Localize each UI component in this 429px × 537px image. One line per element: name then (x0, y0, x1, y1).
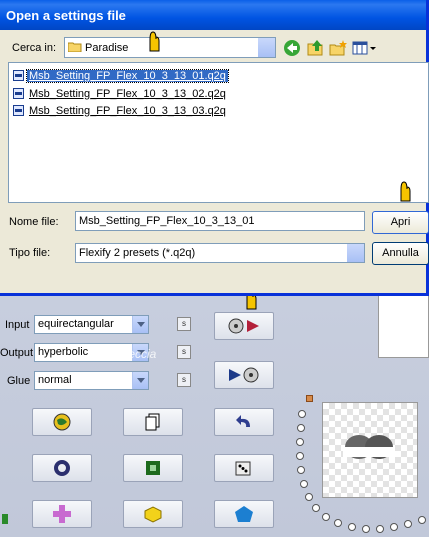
cube-button[interactable] (123, 500, 183, 528)
pentagon-icon (235, 506, 253, 522)
copy-icon (145, 413, 160, 431)
handle-icon[interactable] (306, 395, 313, 402)
output-s-button[interactable]: s (177, 345, 191, 359)
chevron-down-icon[interactable] (132, 316, 148, 333)
dice-button[interactable] (214, 454, 274, 482)
look-in-select[interactable]: Paradise (64, 37, 276, 58)
file-list[interactable]: Msb_Setting_FP_Flex_10_3_13_01.q2q Msb_S… (8, 62, 429, 203)
hand-cursor-icon (400, 181, 411, 202)
input-select[interactable]: equirectangular (34, 315, 149, 334)
rotation-dot[interactable] (322, 513, 330, 521)
rotation-dot[interactable] (312, 504, 320, 512)
chevron-down-icon[interactable] (132, 372, 148, 389)
dialog-title: Open a settings file (0, 0, 426, 30)
folder-icon (67, 42, 82, 53)
input-label: Input (5, 319, 30, 331)
rotation-dot[interactable] (305, 493, 313, 501)
input-select-value: equirectangular (38, 318, 114, 330)
plus-button[interactable] (32, 500, 92, 528)
glue-select-value: normal (38, 374, 72, 386)
rotation-dot[interactable] (296, 438, 304, 446)
cube-icon (144, 506, 162, 523)
rotation-dot[interactable] (300, 480, 308, 488)
chevron-down-icon[interactable] (258, 38, 275, 57)
file-name: Msb_Setting_FP_Flex_10_3_13_01.q2q (26, 68, 229, 83)
undo-icon (236, 415, 250, 427)
rotation-dot[interactable] (376, 525, 384, 533)
rotation-dot[interactable] (297, 424, 305, 432)
file-item[interactable]: Msb_Setting_FP_Flex_10_3_13_02.q2q (13, 86, 228, 101)
rotation-dot[interactable] (298, 410, 306, 418)
file-icon (13, 105, 24, 116)
undo-button[interactable] (214, 408, 274, 436)
filetype-select[interactable]: Flexify 2 presets (*.q2q) (75, 243, 365, 263)
look-in-label: Cerca in: (12, 42, 57, 54)
convert-forward-button[interactable] (214, 312, 274, 340)
brush-icon (0, 506, 10, 524)
file-icon (13, 88, 24, 99)
ring-button[interactable] (32, 454, 92, 482)
file-name: Msb_Setting_FP_Flex_10_3_13_03.q2q (29, 104, 226, 117)
output-select-value: hyperbolic (38, 346, 89, 358)
pentagon-button[interactable] (214, 500, 274, 528)
rotation-dot[interactable] (296, 452, 304, 460)
filename-input[interactable]: Msb_Setting_FP_Flex_10_3_13_01 (75, 211, 365, 231)
glue-s-button[interactable]: s (177, 373, 191, 387)
dice-icon (235, 461, 251, 476)
file-item[interactable]: Msb_Setting_FP_Flex_10_3_13_03.q2q (13, 103, 228, 118)
look-in-value: Paradise (85, 42, 129, 54)
filename-label: Nome file: (9, 216, 59, 228)
square-icon (146, 461, 160, 475)
globe-icon (53, 413, 71, 431)
globe-button[interactable] (32, 408, 92, 436)
rotation-dot[interactable] (297, 466, 305, 474)
open-file-dialog: Open a settings file Cerca in: Paradise … (0, 0, 429, 296)
back-icon[interactable] (283, 39, 301, 57)
rotation-dot[interactable] (404, 520, 412, 528)
preview-image (322, 402, 418, 498)
cancel-button[interactable]: Annulla (372, 242, 429, 265)
glue-select[interactable]: normal (34, 371, 149, 390)
chevron-down-icon[interactable] (347, 244, 364, 262)
copy-button[interactable] (123, 408, 183, 436)
file-item[interactable]: Msb_Setting_FP_Flex_10_3_13_01.q2q (13, 68, 229, 83)
arrow-disc-icon (229, 367, 259, 383)
filetype-value: Flexify 2 presets (*.q2q) (79, 247, 196, 259)
convert-back-button[interactable] (214, 361, 274, 389)
input-s-button[interactable]: s (177, 317, 191, 331)
glue-label: Glue (7, 375, 31, 387)
ring-icon (54, 460, 70, 476)
rotation-dot[interactable] (362, 525, 370, 533)
view-menu-icon[interactable] (352, 39, 378, 57)
watermark-text: Placeccia (105, 347, 157, 361)
rotation-dot[interactable] (390, 523, 398, 531)
rotation-dot[interactable] (418, 516, 426, 524)
output-label: Output (0, 347, 34, 359)
square-button[interactable] (123, 454, 183, 482)
rotation-dot[interactable] (348, 523, 356, 531)
rotation-dot[interactable] (334, 519, 342, 527)
preview-shape-icon (343, 435, 395, 459)
plus-icon (53, 505, 71, 523)
up-folder-icon[interactable] (306, 39, 324, 57)
file-icon (13, 70, 24, 81)
file-name: Msb_Setting_FP_Flex_10_3_13_02.q2q (29, 87, 226, 100)
open-button[interactable]: Apri (372, 211, 429, 234)
new-folder-icon[interactable] (329, 39, 347, 57)
filetype-label: Tipo file: (9, 247, 51, 259)
disc-arrow-icon (228, 318, 259, 334)
hand-cursor-icon (149, 31, 160, 52)
